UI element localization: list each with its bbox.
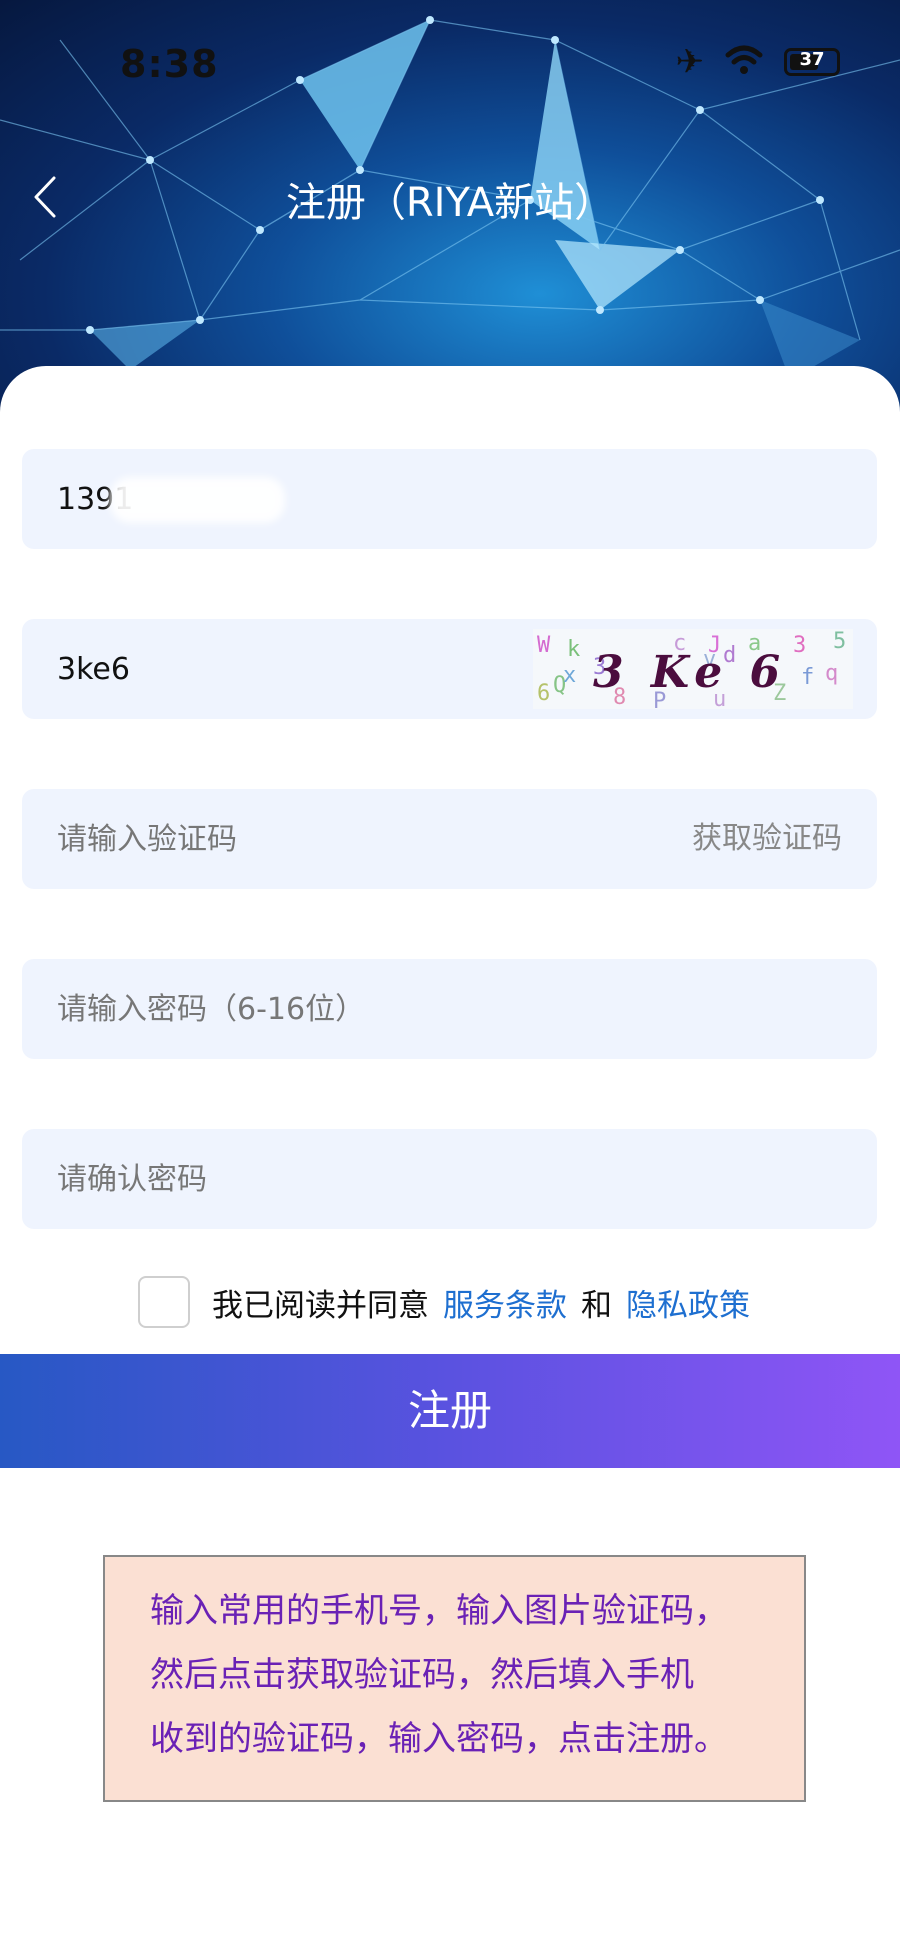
captcha-input[interactable] (57, 619, 557, 719)
tip-line: 收到的验证码，输入密码，点击注册。 (150, 1719, 728, 1759)
agree-checkbox[interactable] (138, 1276, 190, 1328)
agreement-row: 我已阅读并同意 服务条款 和 隐私政策 (138, 1274, 764, 1330)
confirm-password-field[interactable] (22, 1129, 877, 1229)
status-bar: 8:38 ✈ 37 (0, 0, 900, 130)
sms-code-field[interactable]: 获取验证码 (22, 789, 877, 889)
register-button[interactable]: 注册 (0, 1354, 900, 1468)
password-field[interactable] (22, 959, 877, 1059)
redaction-blur (110, 477, 285, 523)
status-icons: ✈ 37 (675, 42, 840, 82)
battery-level: 37 (799, 49, 825, 70)
agreement-and: 和 (581, 1287, 612, 1324)
captcha-field[interactable]: W k 3 c J a 3 5 v d f q Q Z 6 8 P x u 3 … (22, 619, 877, 719)
terms-link[interactable]: 服务条款 (443, 1280, 567, 1325)
tip-line: 输入常用的手机号，输入图片验证码， (150, 1591, 728, 1631)
captcha-code: 3 Ke 6 (593, 647, 787, 698)
privacy-link[interactable]: 隐私政策 (626, 1280, 750, 1325)
airplane-mode-icon: ✈ (675, 42, 705, 82)
get-code-button[interactable]: 获取验证码 (692, 789, 842, 889)
battery-icon: 37 (784, 48, 840, 76)
page-title: 注册（RIYA新站） (285, 180, 615, 226)
sms-code-input[interactable] (57, 789, 557, 889)
status-time: 8:38 (120, 42, 219, 86)
instruction-tip: 输入常用的手机号，输入图片验证码， 然后点击获取验证码，然后填入手机 收到的验证… (103, 1555, 806, 1802)
agreement-text: 我已阅读并同意 (212, 1287, 429, 1324)
phone-field[interactable] (22, 449, 877, 549)
password-input[interactable] (57, 959, 557, 1059)
captcha-image[interactable]: W k 3 c J a 3 5 v d f q Q Z 6 8 P x u 3 … (533, 629, 853, 709)
wifi-icon (724, 44, 764, 80)
nav-bar: 注册（RIYA新站） (0, 150, 900, 240)
confirm-password-input[interactable] (57, 1129, 557, 1229)
tip-line: 然后点击获取验证码，然后填入手机 (150, 1655, 694, 1695)
